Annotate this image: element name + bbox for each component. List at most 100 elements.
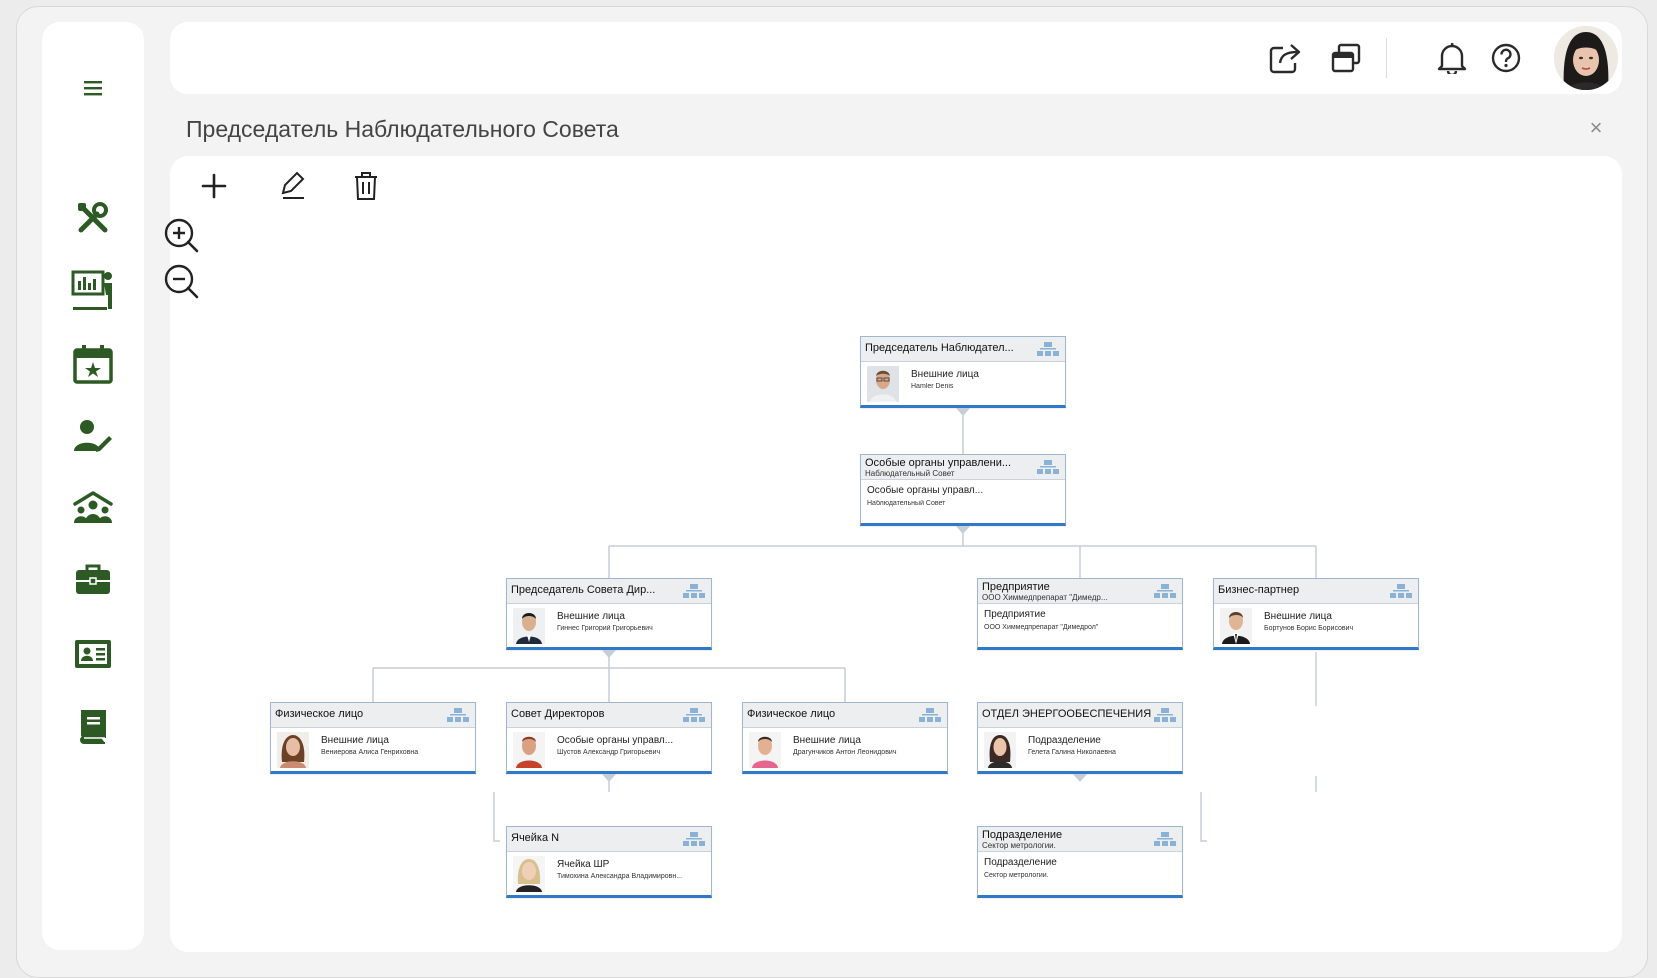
page-title: Председатель Наблюдательного Совета: [186, 116, 619, 142]
sidebar: [42, 22, 144, 950]
node-header: Предприятие ООО Химмедпрепарат "Димедр..…: [978, 579, 1182, 604]
node-header: Физическое лицо: [743, 703, 947, 728]
node-title: Предприятие: [982, 581, 1050, 593]
org-node-cell-n[interactable]: Ячейка N Ячейка ШР Тимохина Александра В…: [506, 826, 712, 898]
node-header: Особые органы управлени... Наблюдательны…: [861, 455, 1065, 480]
photo-man-pink: [749, 732, 781, 768]
node-header: Физическое лицо: [271, 703, 475, 728]
photo-man-asian: [513, 608, 545, 644]
top-bar: [170, 22, 1622, 94]
org-structure-icon: [1154, 708, 1176, 722]
presentation-icon[interactable]: [65, 262, 121, 318]
node-role: Особые органы управл...: [557, 735, 674, 746]
node-name: Тимохина Александра Владимировн...: [557, 873, 683, 880]
node-subtitle: ООО Химмедпрепарат "Димедр...: [982, 593, 1108, 602]
id-card-icon[interactable]: [65, 626, 121, 682]
node-name: Бортунов Борис Борисович: [1264, 625, 1354, 632]
node-title: Физическое лицо: [747, 708, 836, 720]
node-title: Совет Директоров: [511, 708, 605, 720]
node-title: Особые органы управлени...: [865, 457, 1012, 469]
node-title: Председатель Совета Дир...: [511, 584, 656, 596]
photo-woman-blonde: [513, 856, 545, 892]
org-node-chairman-board[interactable]: Председатель Совета Дир... Внешние лица …: [506, 578, 712, 658]
node-name: ООО Химмедпрепарат "Димедрол": [984, 624, 1099, 631]
expand-caret[interactable]: [1073, 774, 1087, 782]
org-structure-icon: [447, 708, 469, 722]
bell-icon[interactable]: [1432, 38, 1472, 78]
org-structure-icon: [1037, 342, 1059, 356]
photo-man-glasses: [867, 366, 899, 402]
node-header: Ячейка N: [507, 827, 711, 852]
org-structure-icon: [1037, 460, 1059, 474]
org-node-board-directors[interactable]: Совет Директоров Особые органы управл...…: [506, 702, 712, 782]
node-title: Ячейка N: [511, 832, 560, 844]
tools-icon[interactable]: [65, 190, 121, 246]
node-name: Гелета Галина Николаевна: [1028, 749, 1116, 756]
org-structure-icon: [1154, 832, 1176, 846]
node-subtitle: Наблюдательный Совет: [865, 469, 955, 478]
org-node-individual-1[interactable]: Физическое лицо Внешние лица Вениерова А…: [270, 702, 476, 774]
org-structure-icon: [1390, 584, 1412, 598]
org-structure-icon: [919, 708, 941, 722]
node-name: Драгунчиков Антон Леонидович: [793, 749, 897, 756]
help-icon[interactable]: [1486, 38, 1526, 78]
node-name: Сектор метрологии.: [984, 872, 1049, 879]
node-role: Внешние лица: [793, 735, 861, 746]
node-name: Наблюдательный Совет: [867, 500, 946, 507]
node-header: Бизнес-партнер: [1214, 579, 1418, 604]
expand-caret[interactable]: [956, 408, 970, 416]
org-chart-connectors: [372, 404, 1317, 842]
photo-man-red: [513, 732, 545, 768]
node-header: ОТДЕЛ ЭНЕРГООБЕСПЕЧЕНИЯ: [978, 703, 1182, 728]
node-title: Подразделение: [982, 829, 1063, 841]
org-node-special-bodies[interactable]: Особые органы управлени... Наблюдательны…: [860, 454, 1066, 534]
node-role: Внешние лица: [321, 735, 389, 746]
node-role: Внешние лица: [911, 369, 979, 380]
node-title: Физическое лицо: [275, 708, 364, 720]
photo-woman-brunette: [277, 732, 309, 768]
org-structure-icon: [683, 708, 705, 722]
book-icon[interactable]: [65, 698, 121, 754]
org-node-individual-2[interactable]: Физическое лицо Внешние лица Драгунчиков…: [742, 702, 948, 774]
org-chart-canvas[interactable]: Председатель Наблюдател... Внешние лица …: [164, 156, 1622, 952]
windows-icon[interactable]: [1326, 38, 1366, 78]
toolbar-separator: [1386, 38, 1387, 78]
org-node-enterprise[interactable]: Предприятие ООО Химмедпрепарат "Димедр..…: [977, 578, 1183, 650]
node-header: Председатель Совета Дир...: [507, 579, 711, 604]
photo-woman-dark: [984, 732, 1016, 768]
node-role: Ячейка ШР: [557, 859, 610, 870]
org-node-chairman-supervisory[interactable]: Председатель Наблюдател... Внешние лица …: [860, 336, 1066, 416]
node-title: Бизнес-партнер: [1218, 584, 1300, 596]
node-title: Председатель Наблюдател...: [865, 342, 1014, 354]
calendar-star-icon[interactable]: [65, 336, 121, 392]
node-role: Особые органы управл...: [867, 485, 984, 496]
org-structure-icon: [683, 584, 705, 598]
menu-icon[interactable]: [65, 60, 121, 116]
user-edit-icon[interactable]: [65, 408, 121, 464]
node-title: ОТДЕЛ ЭНЕРГООБЕСПЕЧЕНИЯ: [982, 708, 1152, 720]
user-avatar[interactable]: [1554, 26, 1618, 90]
photo-man-suit: [1220, 608, 1252, 644]
org-node-business-partner[interactable]: Бизнес-партнер Внешние лица Бортунов Бор…: [1213, 578, 1419, 650]
node-name: Шустов Александр Григорьевич: [557, 749, 661, 756]
close-icon[interactable]: ×: [1584, 116, 1608, 140]
expand-caret[interactable]: [602, 774, 616, 782]
node-header: Председатель Наблюдател...: [861, 337, 1065, 362]
node-name: Гиннес Григорий Григорьевич: [557, 625, 653, 632]
share-icon[interactable]: [1266, 38, 1306, 78]
expand-caret[interactable]: [956, 526, 970, 534]
node-role: Внешние лица: [1264, 611, 1332, 622]
expand-caret[interactable]: [602, 650, 616, 658]
node-subtitle: Сектор метрологии.: [982, 841, 1056, 850]
organization-icon[interactable]: [65, 480, 121, 536]
node-name: Вениерова Алиса Генриховна: [321, 749, 419, 756]
org-node-subdivision-metrology[interactable]: Подразделение Сектор метрологии. Подразд…: [977, 826, 1183, 898]
node-role: Подразделение: [1028, 735, 1101, 746]
node-role: Подразделение: [984, 857, 1057, 868]
org-structure-icon: [1154, 584, 1176, 598]
briefcase-icon[interactable]: [65, 552, 121, 608]
node-header: Совет Директоров: [507, 703, 711, 728]
org-structure-icon: [683, 832, 705, 846]
node-name: Hamler Denis: [911, 383, 954, 390]
org-node-energy-dept[interactable]: ОТДЕЛ ЭНЕРГООБЕСПЕЧЕНИЯ Подразделение Ге…: [977, 702, 1183, 782]
